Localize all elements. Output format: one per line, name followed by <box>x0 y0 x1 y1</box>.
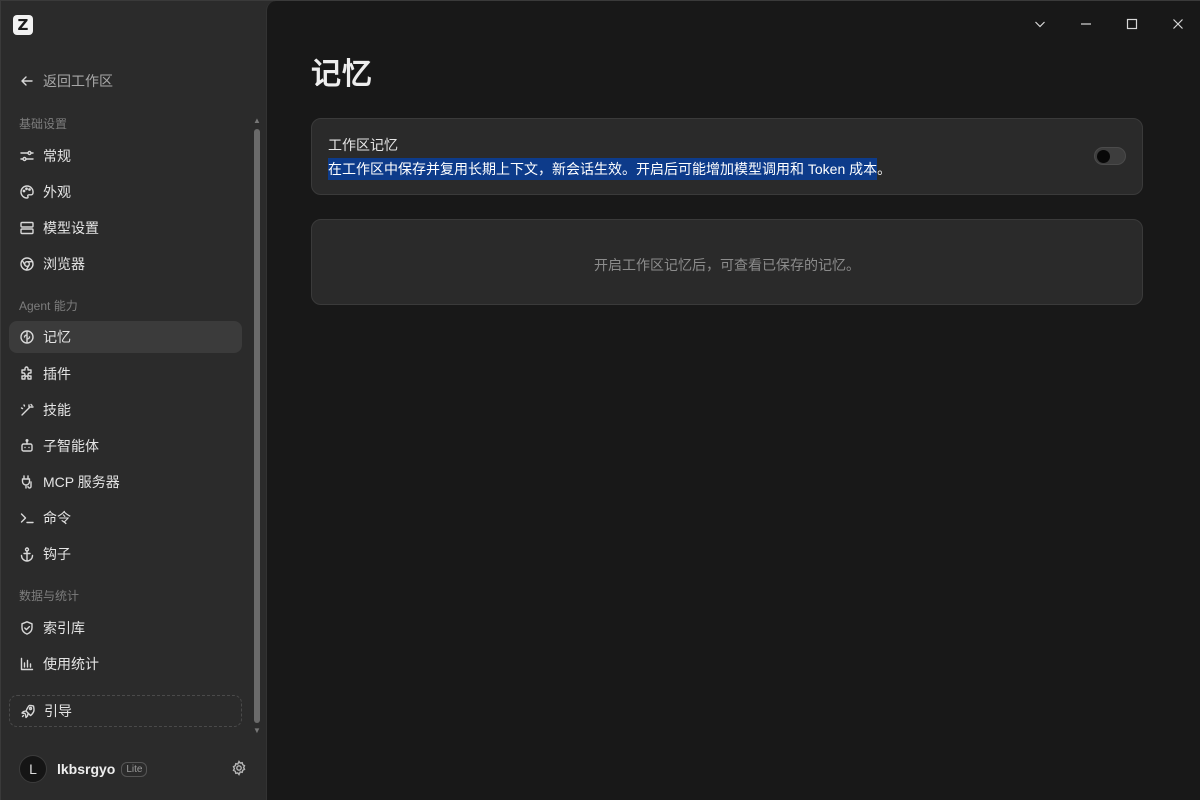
sidebar-item-usage[interactable]: 使用统计 <box>9 648 242 680</box>
sidebar-item-label: 记忆 <box>43 329 71 345</box>
maximize-icon[interactable] <box>1109 1 1155 47</box>
sidebar-item-label: 子智能体 <box>43 438 99 454</box>
sidebar-item-hooks[interactable]: 钩子 <box>9 538 242 570</box>
app-logo-icon: Z <box>13 15 33 35</box>
settings-sidebar: Z 返回工作区 基础设置 常规 外观 模型设置 浏览器 Agent 能力 记忆 … <box>1 1 266 800</box>
section-title-agent: Agent 能力 <box>19 299 78 313</box>
sliders-icon <box>19 148 35 164</box>
rocket-icon <box>20 703 36 719</box>
sidebar-scrollbar[interactable]: ▲ ▼ <box>253 117 261 735</box>
terminal-icon <box>19 510 35 526</box>
sidebar-item-memory[interactable]: 记忆 <box>9 321 242 353</box>
workspace-memory-card: 工作区记忆 在工作区中保存并复用长期上下文，新会话生效。开启后可能增加模型调用和… <box>311 118 1143 195</box>
sidebar-item-label: 命令 <box>43 510 71 526</box>
window-controls <box>1017 1 1200 47</box>
sidebar-item-label: 技能 <box>43 402 71 418</box>
section-title-data: 数据与统计 <box>19 589 80 603</box>
scroll-up-arrow-icon[interactable]: ▲ <box>253 117 261 125</box>
server-icon <box>19 220 35 236</box>
section-title-basic: 基础设置 <box>19 117 68 131</box>
sidebar-item-label: 常规 <box>43 148 71 164</box>
toggle-knob <box>1097 150 1110 163</box>
scrollbar-thumb[interactable] <box>254 129 260 723</box>
magic-wand-icon <box>19 402 35 418</box>
workspace-memory-description: 在工作区中保存并复用长期上下文，新会话生效。开启后可能增加模型调用和 Token… <box>328 158 892 180</box>
chevron-down-icon[interactable] <box>1017 1 1063 47</box>
scroll-down-arrow-icon[interactable]: ▼ <box>253 727 261 735</box>
bar-chart-icon <box>19 656 35 672</box>
bot-icon <box>19 438 35 454</box>
sidebar-item-label: 使用统计 <box>43 656 99 672</box>
sidebar-item-label: 钩子 <box>43 546 71 562</box>
plug-icon <box>19 474 35 490</box>
sidebar-item-subagents[interactable]: 子智能体 <box>9 430 242 462</box>
sidebar-item-label: MCP 服务器 <box>43 474 120 490</box>
workspace-memory-toggle[interactable] <box>1094 147 1126 165</box>
guide-label: 引导 <box>44 703 72 719</box>
chrome-icon <box>19 256 35 272</box>
sidebar-item-commands[interactable]: 命令 <box>9 502 242 534</box>
sidebar-item-mcp[interactable]: MCP 服务器 <box>9 466 242 498</box>
minimize-icon[interactable] <box>1063 1 1109 47</box>
sidebar-item-browser[interactable]: 浏览器 <box>9 248 242 280</box>
sidebar-item-label: 浏览器 <box>43 256 85 272</box>
sidebar-item-label: 插件 <box>43 366 71 382</box>
anchor-icon <box>19 546 35 562</box>
arrow-left-icon <box>19 73 35 89</box>
page-title: 记忆 <box>311 58 373 91</box>
empty-state-text: 开启工作区记忆后，可查看已保存的记忆。 <box>594 257 860 273</box>
workspace-memory-title: 工作区记忆 <box>328 137 398 153</box>
sidebar-item-skills[interactable]: 技能 <box>9 394 242 426</box>
plan-badge: Lite <box>121 761 148 777</box>
description-tail: 。 <box>877 161 892 177</box>
gear-icon[interactable] <box>231 760 249 778</box>
back-to-workspace-link[interactable]: 返回工作区 <box>19 71 113 91</box>
guide-button[interactable]: 引导 <box>9 695 242 727</box>
sidebar-item-label: 索引库 <box>43 620 85 636</box>
sidebar-item-label: 外观 <box>43 184 71 200</box>
memory-list-empty-state: 开启工作区记忆后，可查看已保存的记忆。 <box>311 219 1143 305</box>
shield-check-icon <box>19 620 35 636</box>
username: lkbsrgyo <box>57 761 116 777</box>
user-profile-row[interactable]: L lkbsrgyo Lite <box>19 754 249 784</box>
puzzle-icon <box>19 366 35 382</box>
palette-icon <box>19 184 35 200</box>
avatar[interactable]: L <box>19 755 47 783</box>
sidebar-item-model[interactable]: 模型设置 <box>9 212 242 244</box>
brain-icon <box>19 329 35 345</box>
sidebar-item-plugins[interactable]: 插件 <box>9 358 242 390</box>
app-window: Z 返回工作区 基础设置 常规 外观 模型设置 浏览器 Agent 能力 记忆 … <box>0 0 1200 800</box>
sidebar-item-label: 模型设置 <box>43 220 99 236</box>
selected-description-text: 在工作区中保存并复用长期上下文，新会话生效。开启后可能增加模型调用和 Token… <box>328 158 878 180</box>
settings-content: 记忆 工作区记忆 在工作区中保存并复用长期上下文，新会话生效。开启后可能增加模型… <box>266 1 1200 800</box>
back-link-label: 返回工作区 <box>43 73 113 89</box>
sidebar-item-index[interactable]: 索引库 <box>9 612 242 644</box>
close-icon[interactable] <box>1155 1 1200 47</box>
sidebar-item-general[interactable]: 常规 <box>9 140 242 172</box>
sidebar-item-appearance[interactable]: 外观 <box>9 176 242 208</box>
